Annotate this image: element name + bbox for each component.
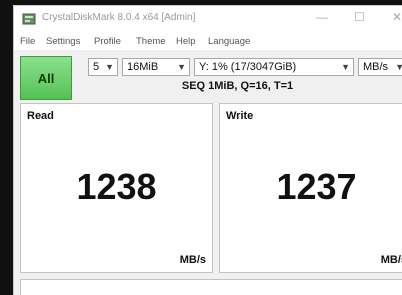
all-button[interactable]: All [20, 56, 72, 100]
test-size-value: 16MiB [127, 61, 159, 73]
menu-language[interactable]: Language [208, 36, 250, 47]
test-size-select[interactable]: 16MiB ▼ [122, 58, 190, 76]
chevron-down-icon: ▼ [105, 62, 114, 72]
title-bar: CrystalDiskMark 8.0.4 x64 [Admin] — ☐ ✕ [14, 6, 402, 32]
test-description: SEQ 1MiB, Q=16, T=1 [181, 80, 294, 92]
chevron-down-icon: ▼ [177, 62, 186, 72]
window-title: CrystalDiskMark 8.0.4 x64 [Admin] [42, 12, 196, 23]
chevron-down-icon: ▼ [395, 59, 402, 75]
chevron-down-icon: ▼ [341, 62, 350, 72]
write-value: 1237 [276, 166, 357, 207]
test-count-select[interactable]: 5 ▼ [88, 58, 118, 76]
menu-bar: File Settings Profile Theme Help Languag… [14, 32, 402, 50]
read-unit: MB/s [179, 254, 206, 266]
unit-select[interactable]: MB/s ▼ [358, 58, 402, 76]
close-icon[interactable]: ✕ [392, 10, 402, 24]
write-unit: MB/s [380, 254, 402, 266]
comment-box[interactable] [20, 279, 402, 295]
write-panel: Write 1237 MB/s [219, 103, 402, 273]
maximize-icon[interactable]: ☐ [354, 10, 365, 24]
menu-settings[interactable]: Settings [46, 36, 80, 47]
drive-value: Y: 1% (17/3047GiB) [199, 61, 297, 73]
write-title: Write [226, 110, 254, 122]
crystaldiskmark-window: CrystalDiskMark 8.0.4 x64 [Admin] — ☐ ✕ … [13, 5, 402, 295]
crystaldiskmark-app-icon [22, 12, 36, 26]
drive-select[interactable]: Y: 1% (17/3047GiB) ▼ [194, 58, 354, 76]
menu-file[interactable]: File [20, 36, 35, 47]
menu-help[interactable]: Help [176, 36, 196, 47]
unit-value: MB/s [363, 61, 389, 73]
test-count-value: 5 [93, 61, 100, 73]
minimize-icon[interactable]: — [316, 10, 328, 24]
read-value: 1238 [76, 166, 157, 207]
menu-profile[interactable]: Profile [94, 36, 121, 47]
read-title: Read [27, 110, 54, 122]
read-panel: Read 1238 MB/s [20, 103, 213, 273]
menu-theme[interactable]: Theme [136, 36, 166, 47]
